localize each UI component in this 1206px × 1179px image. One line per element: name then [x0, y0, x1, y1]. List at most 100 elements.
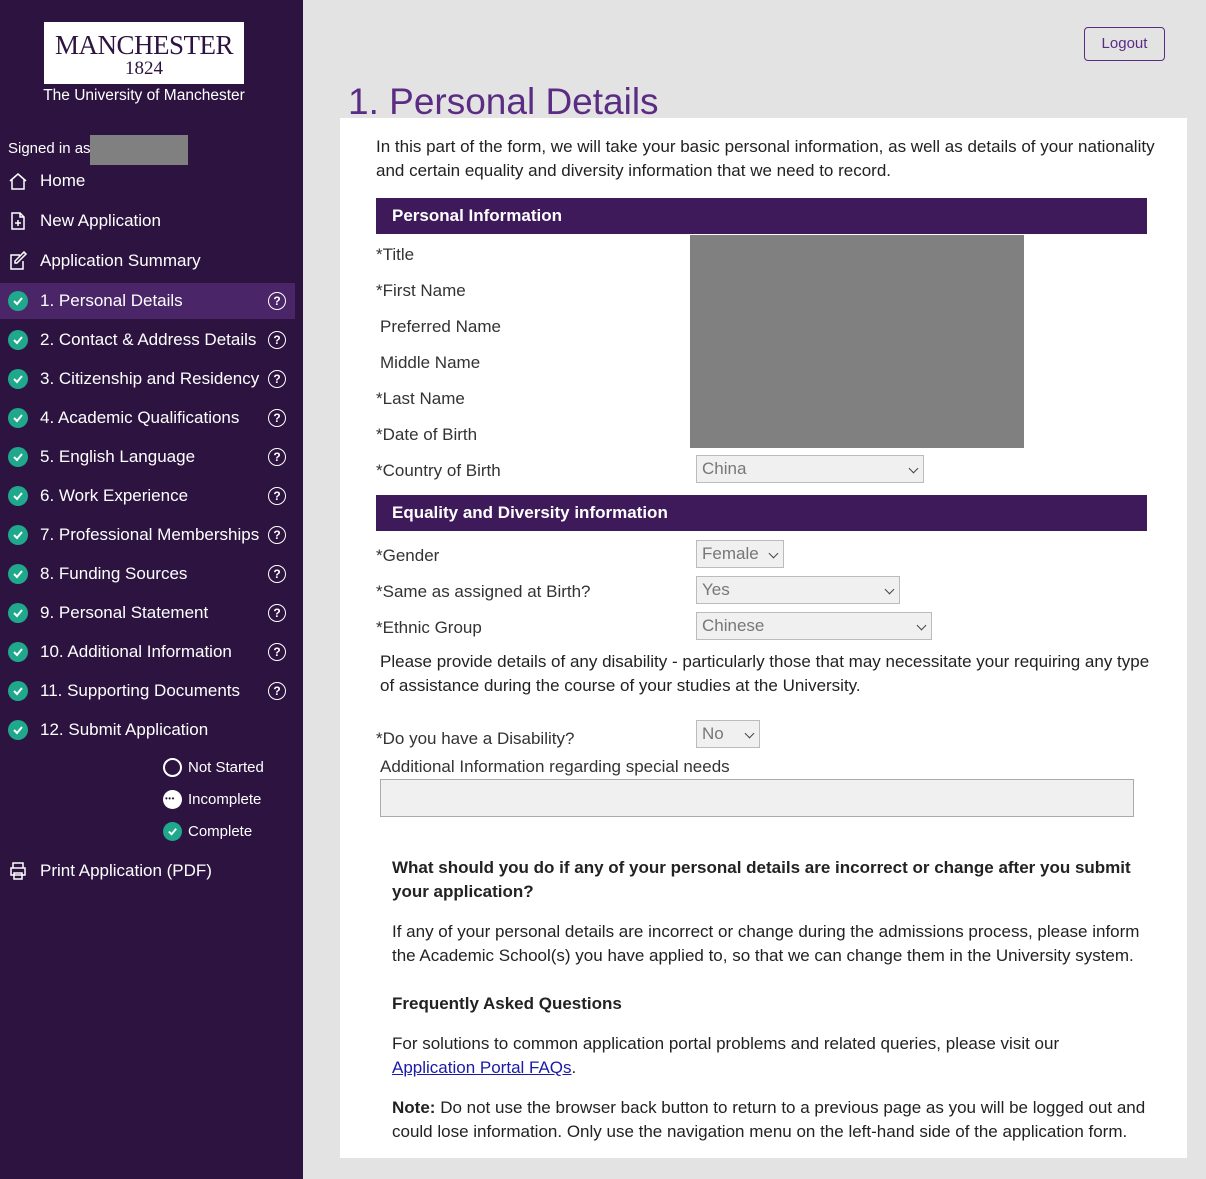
step-funding-sources[interactable]: 8. Funding Sources ? [0, 556, 295, 592]
disability-value: No [702, 724, 724, 743]
chevron-down-icon [916, 620, 927, 631]
step-professional-memberships[interactable]: 7. Professional Memberships ? [0, 517, 295, 553]
step-label: 9. Personal Statement [40, 603, 209, 622]
home-icon [9, 173, 27, 190]
help-icon[interactable]: ? [268, 643, 286, 661]
middle-name-label: Middle Name [380, 353, 481, 372]
step-label: 2. Contact & Address Details [40, 330, 257, 349]
empty-circle-icon [163, 757, 182, 777]
print-application[interactable]: Print Application (PDF) [0, 853, 295, 889]
complete-check-icon [8, 486, 28, 506]
nav-home-label: Home [40, 171, 86, 190]
help-icon[interactable]: ? [268, 448, 286, 466]
last-name-label: *Last Name [376, 389, 465, 408]
complete-check-icon [8, 720, 28, 740]
step-academic-qualifications[interactable]: 4. Academic Qualifications ? [0, 400, 295, 436]
note-text: Note: Do not use the browser back button… [392, 1096, 1167, 1144]
step-label: 7. Professional Memberships [40, 525, 260, 544]
step-english-language[interactable]: 5. English Language ? [0, 439, 295, 475]
signed-in-label: Signed in as [8, 140, 91, 157]
complete-check-icon [8, 642, 28, 662]
form-panel: In this part of the form, we will take y… [340, 118, 1187, 1158]
date-of-birth-label: *Date of Birth [376, 425, 478, 444]
help-icon[interactable]: ? [268, 604, 286, 622]
info-question: What should you do if any of your person… [392, 858, 1131, 901]
note-body: Do not use the browser back button to re… [392, 1098, 1146, 1141]
step-contact-address[interactable]: 2. Contact & Address Details ? [0, 322, 295, 358]
step-label: 10. Additional Information [40, 642, 232, 661]
logo-subtitle: The University of Manchester [43, 87, 245, 104]
nav-home[interactable]: Home [0, 163, 295, 199]
special-needs-label: Additional Information regarding special… [380, 757, 730, 776]
section-equality-diversity: Equality and Diversity information [376, 495, 1147, 531]
legend-label: Complete [188, 822, 253, 840]
help-icon[interactable]: ? [268, 370, 286, 388]
print-label: Print Application (PDF) [40, 861, 212, 880]
logout-button[interactable]: Logout [1084, 27, 1165, 61]
same-as-birth-select[interactable]: Yes [696, 576, 900, 604]
complete-check-icon [8, 564, 28, 584]
legend-label: Not Started [188, 758, 264, 776]
special-needs-textarea[interactable] [380, 779, 1134, 817]
complete-check-icon [8, 291, 28, 311]
chevron-down-icon [768, 548, 779, 559]
ethnic-group-select[interactable]: Chinese [696, 612, 932, 640]
step-personal-details[interactable]: 1. Personal Details ? [0, 283, 295, 319]
nav-application-summary[interactable]: Application Summary [0, 243, 295, 279]
help-icon[interactable]: ? [268, 682, 286, 700]
step-label: 6. Work Experience [40, 486, 189, 505]
faq-heading: Frequently Asked Questions [392, 994, 622, 1013]
edit-document-icon [10, 251, 28, 270]
step-label: 4. Academic Qualifications [40, 408, 240, 427]
same-as-birth-label: *Same as assigned at Birth? [376, 582, 591, 601]
ethnic-group-value: Chinese [702, 616, 765, 635]
step-label: 5. English Language [40, 447, 196, 466]
help-icon[interactable]: ? [268, 331, 286, 349]
gender-value: Female [702, 544, 759, 563]
help-icon[interactable]: ? [268, 487, 286, 505]
chevron-down-icon [744, 728, 755, 739]
step-personal-statement[interactable]: 9. Personal Statement ? [0, 595, 295, 631]
country-of-birth-select[interactable]: China [696, 455, 924, 483]
nav-new-application[interactable]: New Application [0, 203, 295, 239]
logo-wordmark: MANCHESTER [54, 30, 234, 60]
redacted-username [90, 135, 188, 165]
gender-select[interactable]: Female [696, 540, 784, 568]
university-logo[interactable]: MANCHESTER 1824 [44, 22, 244, 84]
complete-check-icon [163, 821, 182, 841]
preferred-name-label: Preferred Name [380, 317, 501, 336]
country-of-birth-value: China [702, 459, 747, 478]
chevron-down-icon [908, 463, 919, 474]
step-label: 1. Personal Details [40, 291, 183, 310]
help-icon[interactable]: ? [268, 526, 286, 544]
printer-icon [10, 862, 26, 880]
gender-label: *Gender [376, 546, 440, 565]
intro-text: In this part of the form, we will take y… [376, 137, 1155, 180]
step-label: 11. Supporting Documents [40, 681, 241, 700]
step-citizenship[interactable]: 3. Citizenship and Residency ? [0, 361, 295, 397]
step-submit-application[interactable]: 12. Submit Application [0, 712, 295, 748]
title-label: *Title [376, 245, 415, 264]
help-icon[interactable]: ? [268, 565, 286, 583]
legend-not-started: Not Started [163, 756, 264, 778]
redacted-personal-fields [690, 235, 1024, 448]
complete-check-icon [8, 525, 28, 545]
legend-complete: Complete [163, 820, 252, 842]
help-icon[interactable]: ? [268, 292, 286, 310]
step-supporting-documents[interactable]: 11. Supporting Documents ? [0, 673, 295, 709]
step-label: 3. Citizenship and Residency [40, 369, 260, 388]
help-icon[interactable]: ? [268, 409, 286, 427]
new-document-icon [11, 212, 25, 230]
step-label: 12. Submit Application [40, 720, 209, 739]
complete-check-icon [8, 330, 28, 350]
disability-select[interactable]: No [696, 720, 760, 748]
step-work-experience[interactable]: 6. Work Experience ? [0, 478, 295, 514]
faq-link[interactable]: Application Portal FAQs [392, 1058, 572, 1077]
complete-check-icon [8, 681, 28, 701]
info-answer: If any of your personal details are inco… [392, 922, 1140, 965]
faq-text-end: . [571, 1058, 577, 1077]
nav-new-application-label: New Application [40, 211, 161, 230]
step-additional-information[interactable]: 10. Additional Information ? [0, 634, 295, 670]
disability-label: *Do you have a Disability? [376, 729, 575, 748]
note-label: Note: [392, 1098, 436, 1117]
